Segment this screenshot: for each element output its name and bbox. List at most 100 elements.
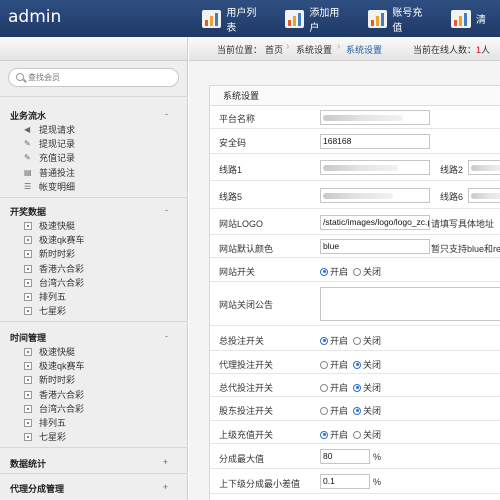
box-icon xyxy=(24,278,32,287)
sidebar-item-withdraw-request[interactable]: ◀ 提现请求 xyxy=(0,123,188,137)
sidebar-item[interactable]: 香港六合彩 xyxy=(0,388,188,402)
group-title[interactable]: 时间管理 - xyxy=(0,331,188,345)
collapse-toggle[interactable]: - xyxy=(165,205,168,215)
sidebar-item[interactable]: 台湾六合彩 xyxy=(0,276,188,290)
site-switch-radios: 开启 关闭 xyxy=(320,265,386,278)
row-recharge-switch: 上级充值开关 开启 关闭 xyxy=(210,421,500,444)
sidebar-item-label: 极速快艇 xyxy=(39,347,76,357)
field-label: 股东投注开关 xyxy=(219,406,274,416)
sidebar-item[interactable]: 极速qk赛车 xyxy=(0,359,188,373)
radio-off[interactable] xyxy=(353,267,362,276)
close-notice-textarea[interactable] xyxy=(320,287,500,321)
sidebar-item-account-change[interactable]: ☰ 帐变明细 xyxy=(0,180,188,194)
shareholder-switch-radios: 开启 关闭 xyxy=(320,404,386,417)
field-label: 线路5 xyxy=(219,192,243,202)
topnav-label: 账号充值 xyxy=(392,7,423,34)
max-share-field[interactable]: 80 xyxy=(320,449,370,464)
radio-off[interactable] xyxy=(353,430,362,439)
sidebar-item-withdraw-record[interactable]: ✎ 提现记录 xyxy=(0,137,188,151)
percent-unit: % xyxy=(373,477,382,487)
expand-toggle[interactable]: + xyxy=(163,457,168,467)
sidebar-item-label: 极速qk赛车 xyxy=(39,235,85,246)
group-title[interactable]: 业务流水 - xyxy=(0,109,188,123)
sidebar-item-normal-bet[interactable]: ▤ 普通投注 xyxy=(0,166,188,180)
group-title[interactable]: 开奖数据 - xyxy=(0,205,188,219)
sidebar-item[interactable]: 新时时彩 xyxy=(0,373,188,387)
group-title[interactable]: 数据统计 + xyxy=(0,457,188,471)
radio-off[interactable] xyxy=(353,406,362,415)
sidebar-header xyxy=(0,37,187,61)
member-search[interactable] xyxy=(8,68,179,87)
radio-off[interactable] xyxy=(353,336,362,345)
sidebar-item-recharge-record[interactable]: ✎ 充值记录 xyxy=(0,151,188,165)
breadcrumb-home[interactable]: 首页 xyxy=(265,43,283,56)
row-logo: 网站LOGO /static/images/logo/logo_zc.png 请… xyxy=(210,209,500,235)
topnav-user-list[interactable]: 用户列表 xyxy=(196,0,269,37)
sidebar-item[interactable]: 七星彩 xyxy=(0,304,188,318)
box-icon xyxy=(24,348,32,356)
group-label: 时间管理 xyxy=(10,333,47,343)
sidebar-item[interactable]: 极速快艇 xyxy=(0,345,188,359)
breadcrumb-system[interactable]: 系统设置 xyxy=(296,43,332,56)
field-label: 线路1 xyxy=(219,165,243,175)
radio-off[interactable] xyxy=(353,383,362,392)
sidebar-item[interactable]: 香港六合彩 xyxy=(0,262,188,276)
box-icon xyxy=(24,362,32,371)
row-agent-bet-switch: 代理投注开关 开启 关闭 xyxy=(210,351,500,374)
radio-label: 关闭 xyxy=(363,406,382,416)
line2-field[interactable] xyxy=(468,160,500,175)
sidebar-item[interactable]: 极速qk赛车 xyxy=(0,233,188,247)
radio-on[interactable] xyxy=(320,406,328,415)
field-label: 总投注开关 xyxy=(219,336,265,346)
divider xyxy=(0,447,188,448)
topnav-label: 用户列表 xyxy=(226,7,257,34)
sidebar-item[interactable]: 新时时彩 xyxy=(0,247,188,261)
radio-label: 关闭 xyxy=(363,336,382,346)
document-icon: ▤ xyxy=(24,167,32,177)
color-field[interactable]: blue xyxy=(320,239,430,254)
topnav-clear[interactable]: 清 xyxy=(445,0,490,37)
radio-label: 关闭 xyxy=(363,430,382,440)
topnav-add-user[interactable]: 添加用户 xyxy=(279,0,352,37)
security-code-field[interactable]: 168168 xyxy=(320,134,430,149)
sidebar-item[interactable]: 七星彩 xyxy=(0,430,188,444)
row-color: 网站默认颜色 blue 暂只支持blue和re xyxy=(210,235,500,258)
sidebar-item[interactable]: 台湾六合彩 xyxy=(0,402,188,416)
radio-on[interactable] xyxy=(320,336,328,345)
line6-field[interactable] xyxy=(468,188,500,203)
sidebar-item[interactable]: 极速快艇 xyxy=(0,219,188,233)
sidebar-item[interactable]: 排列五 xyxy=(0,290,188,304)
radio-on[interactable] xyxy=(320,383,328,392)
field-label: 平台名称 xyxy=(219,114,256,124)
logo-field[interactable]: /static/images/logo/logo_zc.png xyxy=(320,215,430,230)
breadcrumb-current: 系统设置 xyxy=(346,45,383,55)
collapse-toggle[interactable]: - xyxy=(165,109,168,119)
line1-field[interactable] xyxy=(320,160,430,175)
sidebar-group-business: 业务流水 - ◀ 提现请求 ✎ 提现记录 ✎ 充值记录 ▤ 普通投注 ☰ 帐变明细 xyxy=(0,109,188,194)
radio-off[interactable] xyxy=(353,360,362,369)
field-label: 上下级分成最小差值 xyxy=(219,479,301,489)
color-hint: 暂只支持blue和re xyxy=(431,244,500,254)
line5-field[interactable] xyxy=(320,188,430,203)
percent-unit: % xyxy=(373,452,382,462)
radio-on[interactable] xyxy=(320,267,328,276)
radio-on[interactable] xyxy=(320,430,328,439)
sidebar-item-label: 新时时彩 xyxy=(39,375,76,386)
radio-label: 开启 xyxy=(330,383,349,393)
site-name-field[interactable] xyxy=(320,110,430,125)
search-input[interactable] xyxy=(28,71,173,84)
expand-toggle[interactable]: + xyxy=(163,482,168,492)
online-count: 当前在线人数：1人 xyxy=(413,43,490,56)
chevron-right-icon: › xyxy=(337,41,341,52)
bet-switch-radios: 开启 关闭 xyxy=(320,334,386,347)
min-diff-field[interactable]: 0.1 xyxy=(320,474,370,489)
radio-label: 开启 xyxy=(330,430,349,440)
topnav-recharge[interactable]: 账号充值 xyxy=(362,0,435,37)
sidebar: 业务流水 - ◀ 提现请求 ✎ 提现记录 ✎ 充值记录 ▤ 普通投注 ☰ 帐变明细 开奖数… xyxy=(0,37,188,500)
collapse-toggle[interactable]: - xyxy=(165,331,168,341)
sidebar-item-label: 普通投注 xyxy=(39,167,76,178)
sidebar-item[interactable]: 排列五 xyxy=(0,416,188,430)
main-content: 系统设置 平台名称 安全码 168168 线路1 线路2 线路5 线路6 网站L… xyxy=(189,61,500,500)
group-title[interactable]: 代理分成管理 + xyxy=(0,482,188,496)
radio-on[interactable] xyxy=(320,360,328,369)
